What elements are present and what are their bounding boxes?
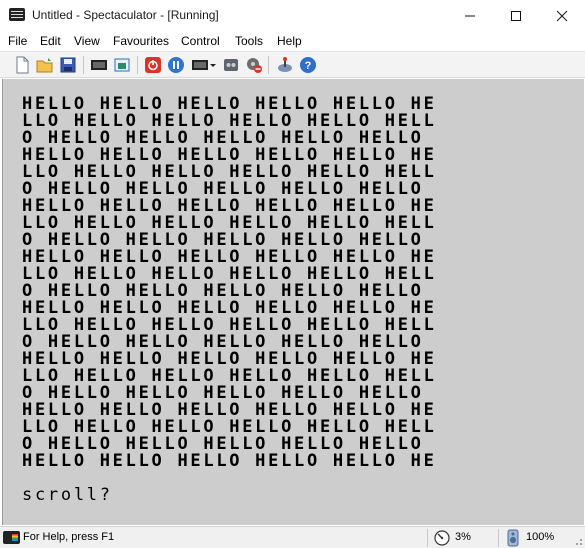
- fullscreen-button[interactable]: [113, 56, 131, 74]
- window-title: Untitled - Spectaculator - [Running]: [32, 8, 219, 22]
- help-hint: For Help, press F1: [23, 531, 115, 543]
- keyboard-dropdown-icon: [192, 60, 216, 70]
- volume-value: 100%: [526, 531, 555, 543]
- status-separator: [498, 529, 499, 547]
- power-icon: [145, 57, 161, 73]
- status-separator: [427, 529, 428, 547]
- menu-favourites[interactable]: Favourites: [113, 34, 169, 48]
- open-folder-icon: [36, 58, 53, 73]
- joystick-button[interactable]: [276, 56, 294, 74]
- emulator-screen[interactable]: scroll? HELLO HELLO HELLO HELLO HELLO HE…: [2, 79, 584, 525]
- speed-value: 3%: [455, 531, 471, 543]
- toolbar-separator: [83, 56, 84, 74]
- menu-help[interactable]: Help: [277, 34, 302, 48]
- disk-button[interactable]: [245, 56, 263, 74]
- menu-control[interactable]: Control: [181, 34, 220, 48]
- help-icon: ?: [300, 57, 316, 73]
- disk-block-icon: [247, 58, 262, 73]
- menu-edit[interactable]: Edit: [40, 34, 61, 48]
- new-icon: [16, 56, 29, 74]
- maximize-button[interactable]: [493, 0, 539, 32]
- minimize-icon: [465, 15, 475, 17]
- open-button[interactable]: [36, 56, 54, 74]
- maximize-icon: [511, 11, 521, 21]
- keyboard-button[interactable]: [90, 56, 108, 74]
- pause-icon: [168, 57, 184, 73]
- pause-button[interactable]: [167, 56, 185, 74]
- scroll-prompt: scroll?: [22, 485, 113, 505]
- toolbar-separator: [137, 56, 138, 74]
- screen-text-line: HELLO HELLO HELLO HELLO HELLO HE: [22, 451, 437, 471]
- menu-bar: File Edit View Favourites Control Tools …: [0, 31, 585, 51]
- close-button[interactable]: [539, 0, 585, 32]
- menu-view[interactable]: View: [74, 34, 100, 48]
- title-bar: Untitled - Spectaculator - [Running]: [0, 0, 585, 32]
- tape-button[interactable]: [222, 56, 240, 74]
- minimize-button[interactable]: [447, 0, 493, 32]
- speed-gauge-icon: [434, 530, 450, 546]
- spectaculator-app-icon[interactable]: [9, 8, 25, 21]
- keyboard-icon: [91, 60, 107, 70]
- help-button[interactable]: ?: [299, 56, 317, 74]
- spectrum-status-icon: [3, 531, 20, 544]
- joystick-icon: [278, 57, 292, 72]
- new-button[interactable]: [13, 56, 31, 74]
- menu-tools[interactable]: Tools: [235, 34, 263, 48]
- save-button[interactable]: [59, 56, 77, 74]
- save-icon: [60, 57, 76, 73]
- tape-icon: [224, 59, 238, 71]
- power-button[interactable]: [144, 56, 162, 74]
- close-icon: [556, 10, 568, 22]
- resize-grip-icon[interactable]: [573, 536, 583, 546]
- status-bar: For Help, press F1 3% 100%: [0, 526, 585, 548]
- menu-file[interactable]: File: [8, 34, 27, 48]
- fullscreen-icon: [114, 58, 130, 72]
- toolbar: ?: [0, 51, 585, 78]
- volume-icon[interactable]: [505, 529, 521, 547]
- keyboard-dropdown-button[interactable]: [191, 56, 217, 74]
- svg-text:?: ?: [305, 60, 312, 72]
- toolbar-separator: [268, 56, 269, 74]
